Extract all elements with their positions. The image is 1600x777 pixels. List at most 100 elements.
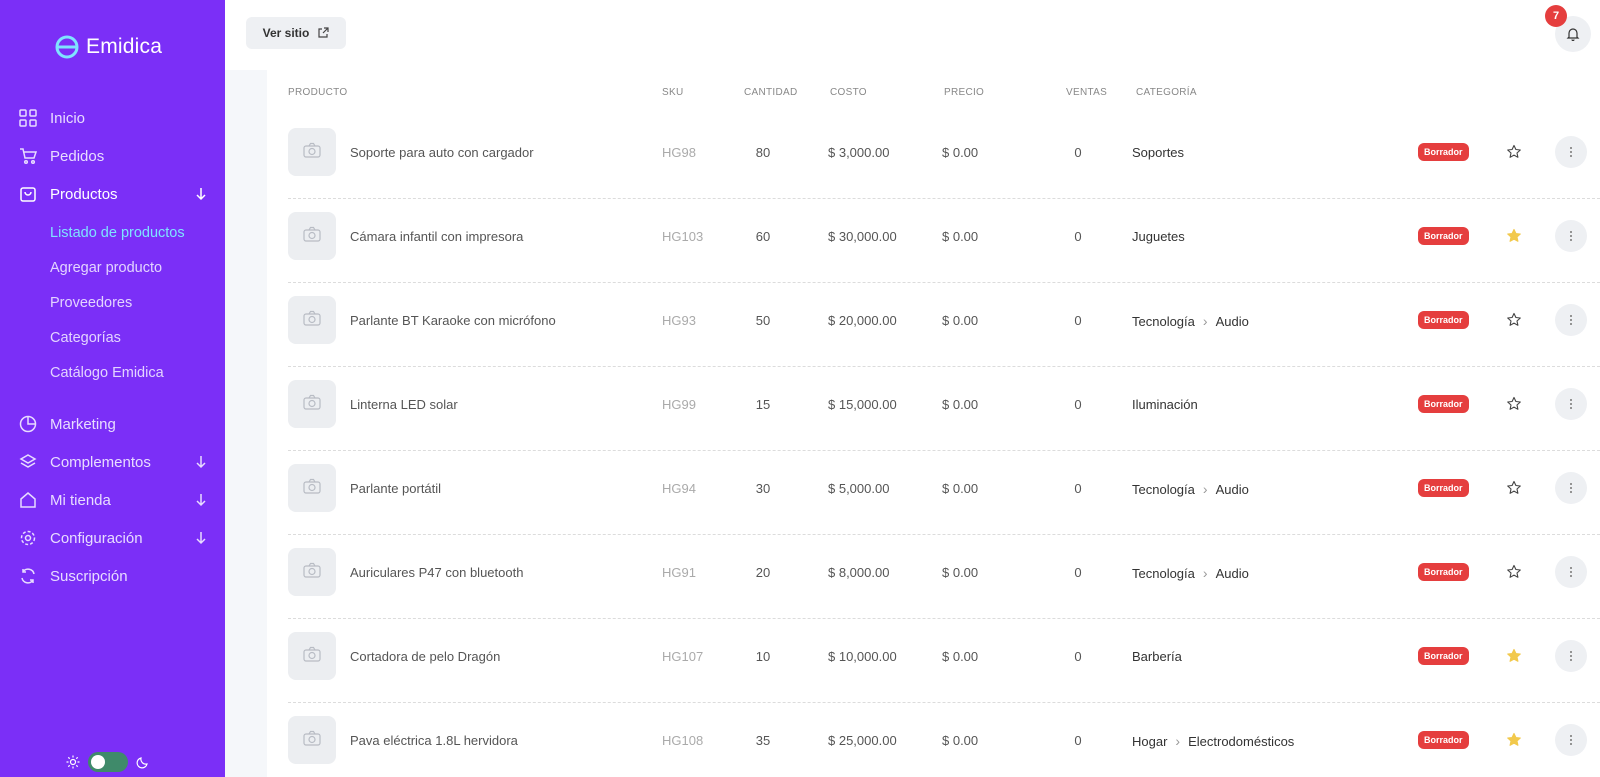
star-icon[interactable] <box>1506 732 1522 748</box>
header-ventas: VENTAS <box>1066 87 1108 98</box>
row-actions-button[interactable] <box>1555 388 1587 420</box>
category-part: Hogar <box>1132 733 1168 749</box>
star-icon[interactable] <box>1506 480 1522 496</box>
header-sku: SKU <box>662 87 684 98</box>
product-image-placeholder[interactable] <box>288 380 336 428</box>
row-actions-button[interactable] <box>1555 724 1587 756</box>
more-vertical-icon <box>1570 231 1572 241</box>
more-vertical-icon <box>1570 651 1572 661</box>
sidebar-item-pedidos[interactable]: Pedidos <box>18 141 208 171</box>
more-vertical-icon <box>1570 567 1572 577</box>
header-cantidad: CANTIDAD <box>744 87 798 98</box>
cart-icon <box>18 146 38 166</box>
table-row[interactable]: Auriculares P47 con bluetooth HG91 20 $ 8,0… <box>288 535 1600 619</box>
product-cost: $ 15,000.00 <box>828 397 897 412</box>
product-sales: 0 <box>1074 145 1082 160</box>
brand-logo-link[interactable]: Emidica <box>54 34 162 60</box>
table-row[interactable]: Parlante BT Karaoke con micrófono HG93 50 $… <box>288 283 1600 367</box>
product-name[interactable]: Cortadora de pelo Dragón <box>350 649 500 664</box>
arrow-down-icon <box>196 188 206 201</box>
product-quantity: 10 <box>755 649 771 664</box>
more-vertical-icon <box>1570 147 1572 157</box>
product-name[interactable]: Soporte para auto con cargador <box>350 145 534 160</box>
more-vertical-icon <box>1570 735 1572 745</box>
product-quantity: 30 <box>755 481 771 496</box>
table-row[interactable]: Soporte para auto con cargador HG98 80 $ 3,… <box>288 115 1600 199</box>
product-image-placeholder[interactable] <box>288 212 336 260</box>
row-actions-button[interactable] <box>1555 304 1587 336</box>
row-actions-button[interactable] <box>1555 640 1587 672</box>
product-sku: HG108 <box>662 733 704 748</box>
sidebar-item-marketing[interactable]: Marketing <box>18 409 208 439</box>
notifications-count-badge: 7 <box>1545 5 1567 27</box>
star-icon[interactable] <box>1506 228 1522 244</box>
row-actions-button[interactable] <box>1555 136 1587 168</box>
topbar: Ver sitio 7 <box>225 0 1600 70</box>
table-row[interactable]: Parlante portátil HG94 30 $ 5,000.00 $ 0.00 0… <box>288 451 1600 535</box>
product-quantity: 15 <box>755 397 771 412</box>
product-image-placeholder[interactable] <box>288 128 336 176</box>
sidebar-item-label: Mi tienda <box>50 491 111 509</box>
subitem-catalogo-emidica[interactable]: Catálogo Emidica <box>50 365 164 381</box>
sidebar-item-inicio[interactable]: Inicio <box>18 103 208 133</box>
sidebar-item-mi-tienda[interactable]: Mi tienda <box>18 485 208 515</box>
product-price: $ 0.00 <box>942 397 979 412</box>
product-name[interactable]: Auriculares P47 con bluetooth <box>350 565 523 580</box>
sidebar-item-label: Suscripción <box>50 567 128 585</box>
sidebar-item-complementos[interactable]: Complementos <box>18 447 208 477</box>
status-badge: Borrador <box>1418 563 1469 581</box>
product-name[interactable]: Parlante BT Karaoke con micrófono <box>350 313 556 328</box>
subitem-listado-productos[interactable]: Listado de productos <box>50 225 185 241</box>
product-price: $ 0.00 <box>942 313 979 328</box>
product-category: Iluminación <box>1132 397 1198 412</box>
chevron-right-icon: › <box>1202 313 1208 329</box>
row-actions-button[interactable] <box>1555 472 1587 504</box>
star-icon[interactable] <box>1506 396 1522 412</box>
header-costo: COSTO <box>830 87 867 98</box>
product-price: $ 0.00 <box>942 481 979 496</box>
sidebar-item-productos[interactable]: Productos <box>18 179 208 209</box>
theme-toggle[interactable] <box>66 752 150 772</box>
camera-icon <box>303 226 321 247</box>
subitem-categorias[interactable]: Categorías <box>50 330 121 346</box>
product-quantity: 60 <box>755 229 771 244</box>
category-part: Electrodomésticos <box>1188 733 1295 749</box>
theme-switch[interactable] <box>88 752 128 772</box>
product-price: $ 0.00 <box>942 145 979 160</box>
subitem-proveedores[interactable]: Proveedores <box>50 295 132 311</box>
status-badge: Borrador <box>1418 311 1469 329</box>
product-image-placeholder[interactable] <box>288 464 336 512</box>
product-image-placeholder[interactable] <box>288 632 336 680</box>
product-name[interactable]: Linterna LED solar <box>350 397 458 412</box>
status-badge: Borrador <box>1418 143 1469 161</box>
star-icon[interactable] <box>1506 564 1522 580</box>
ver-sitio-button[interactable]: Ver sitio <box>246 17 346 49</box>
product-name[interactable]: Pava eléctrica 1.8L hervidora <box>350 733 518 748</box>
product-quantity: 20 <box>755 565 771 580</box>
product-image-placeholder[interactable] <box>288 716 336 764</box>
category-part: Tecnología <box>1132 565 1195 581</box>
camera-icon <box>303 394 321 415</box>
star-icon[interactable] <box>1506 144 1522 160</box>
row-actions-button[interactable] <box>1555 220 1587 252</box>
product-name[interactable]: Cámara infantil con impresora <box>350 229 523 244</box>
subitem-agregar-producto[interactable]: Agregar producto <box>50 260 162 276</box>
table-row[interactable]: Cámara infantil con impresora HG103 60 $ 30… <box>288 199 1600 283</box>
row-actions-button[interactable] <box>1555 556 1587 588</box>
products-table: PRODUCTO SKU CANTIDAD COSTO PRECIO VENTA… <box>267 70 1600 777</box>
table-row[interactable]: Pava eléctrica 1.8L hervidora HG108 35 $ 25… <box>288 703 1600 777</box>
product-image-placeholder[interactable] <box>288 296 336 344</box>
sidebar-item-suscripcion[interactable]: Suscripción <box>18 561 208 591</box>
product-name[interactable]: Parlante portátil <box>350 481 441 496</box>
product-cost: $ 30,000.00 <box>828 229 897 244</box>
star-icon[interactable] <box>1506 648 1522 664</box>
sidebar-item-configuracion[interactable]: Configuración <box>18 523 208 553</box>
arrow-down-icon <box>196 456 206 469</box>
more-vertical-icon <box>1570 399 1572 409</box>
bag-icon <box>18 184 38 204</box>
table-row[interactable]: Cortadora de pelo Dragón HG107 10 $ 10,000.… <box>288 619 1600 703</box>
product-cost: $ 3,000.00 <box>828 145 890 160</box>
star-icon[interactable] <box>1506 312 1522 328</box>
product-image-placeholder[interactable] <box>288 548 336 596</box>
table-row[interactable]: Linterna LED solar HG99 15 $ 15,000.00 $ 0.0… <box>288 367 1600 451</box>
